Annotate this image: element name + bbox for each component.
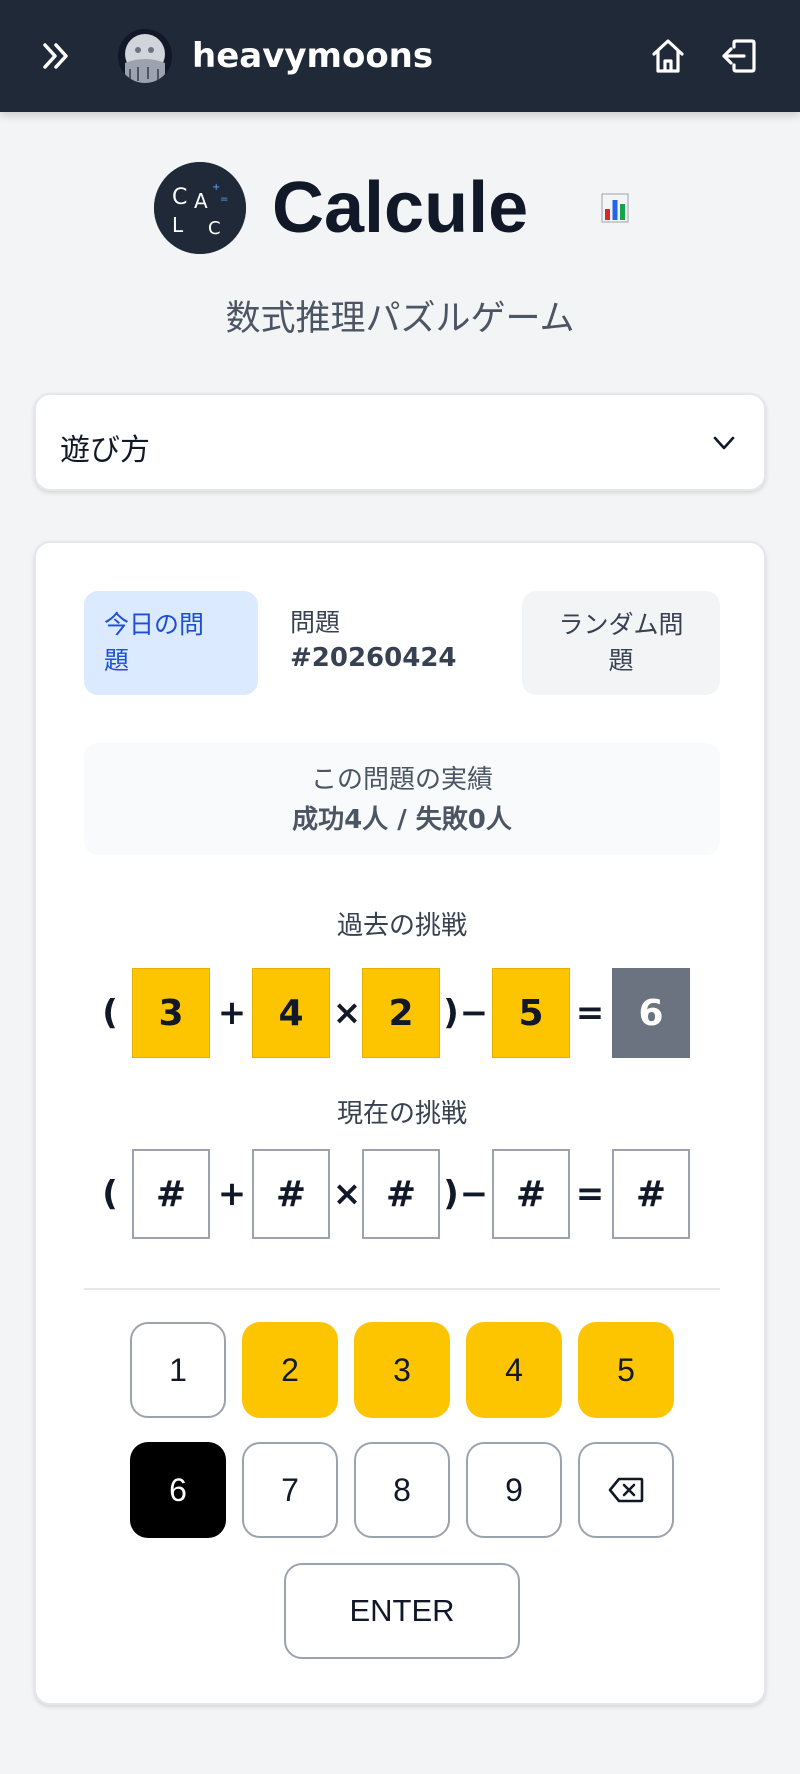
current-equals: = xyxy=(575,1174,605,1214)
backspace-icon xyxy=(608,1477,644,1503)
tab-random-line1: ランダム問 xyxy=(558,610,684,639)
key-5[interactable]: 5 xyxy=(578,1322,674,1418)
tab-today-problem[interactable]: 今日の問 題 xyxy=(84,591,258,695)
backspace-button[interactable] xyxy=(578,1442,674,1538)
chevron-down-icon xyxy=(710,429,738,457)
username: heavymoons xyxy=(192,36,434,76)
past-op-3: − xyxy=(459,993,489,1033)
how-to-play-accordion[interactable]: 遊び方 xyxy=(34,393,766,491)
game-card: 今日の問 題 問題 #20260424 ランダム問 題 この問題の実績 成功4人… xyxy=(34,541,766,1705)
current-tile-3[interactable]: # xyxy=(362,1149,440,1239)
calcule-logo: C A L C + = xyxy=(154,162,246,254)
current-paren-open: ( xyxy=(102,1174,118,1214)
past-equals: = xyxy=(575,993,605,1033)
current-result[interactable]: # xyxy=(612,1149,690,1239)
past-paren-open: ( xyxy=(102,993,118,1033)
record-title: この問題の実績 xyxy=(310,765,493,795)
expand-menu-icon[interactable] xyxy=(38,36,74,76)
key-8[interactable]: 8 xyxy=(354,1442,450,1538)
current-op-3: − xyxy=(459,1174,489,1214)
logo-letter-3: L xyxy=(172,213,184,237)
past-tile-2: 4 xyxy=(252,968,330,1058)
past-attempt-label: 過去の挑戦 xyxy=(336,911,467,941)
current-tile-4[interactable]: # xyxy=(492,1149,570,1239)
top-bar: heavymoons xyxy=(0,0,800,112)
tab-random-line2: 題 xyxy=(608,646,634,675)
tab-random-problem[interactable]: ランダム問 題 xyxy=(522,591,720,695)
current-tile-1[interactable]: # xyxy=(132,1149,210,1239)
past-op-1: + xyxy=(217,993,247,1033)
past-paren-close: ) xyxy=(443,993,459,1033)
logo-letter-2: A xyxy=(194,189,208,213)
current-op-1: + xyxy=(217,1174,247,1214)
key-4[interactable]: 4 xyxy=(466,1322,562,1418)
enter-button[interactable]: ENTER xyxy=(284,1563,520,1659)
svg-text:+: + xyxy=(212,182,220,193)
svg-text:=: = xyxy=(220,194,228,205)
how-to-play-label: 遊び方 xyxy=(60,433,150,468)
current-op-2: × xyxy=(332,1174,362,1214)
current-tile-2[interactable]: # xyxy=(252,1149,330,1239)
page-subtitle: 数式推理パズルゲーム xyxy=(225,299,575,339)
past-tile-1: 3 xyxy=(132,968,210,1058)
stats-chart-icon[interactable] xyxy=(601,193,629,223)
logo-letter-4: C xyxy=(208,218,221,239)
key-7[interactable]: 7 xyxy=(242,1442,338,1538)
problem-label: 問題 xyxy=(290,608,341,637)
past-tile-4: 5 xyxy=(492,968,570,1058)
divider xyxy=(84,1288,720,1290)
record-stats: 成功4人 / 失敗0人 xyxy=(292,805,512,835)
problem-record-box: この問題の実績 成功4人 / 失敗0人 xyxy=(84,743,720,855)
logout-icon[interactable] xyxy=(718,36,760,76)
problem-number: #20260424 xyxy=(290,643,457,673)
key-6[interactable]: 6 xyxy=(130,1442,226,1538)
tab-today-line2: 題 xyxy=(104,646,130,675)
past-result: 6 xyxy=(612,968,690,1058)
key-1[interactable]: 1 xyxy=(130,1322,226,1418)
user-avatar[interactable] xyxy=(118,29,172,83)
key-2[interactable]: 2 xyxy=(242,1322,338,1418)
past-tile-3: 2 xyxy=(362,968,440,1058)
key-9[interactable]: 9 xyxy=(466,1442,562,1538)
page-title: Calcule xyxy=(272,168,529,248)
current-paren-close: ) xyxy=(443,1174,459,1214)
past-op-2: × xyxy=(332,993,362,1033)
tab-today-line1: 今日の問 xyxy=(104,610,205,639)
current-attempt-label: 現在の挑戦 xyxy=(336,1099,467,1129)
home-icon[interactable] xyxy=(648,36,688,76)
key-3[interactable]: 3 xyxy=(354,1322,450,1418)
logo-letter-1: C xyxy=(172,185,187,210)
